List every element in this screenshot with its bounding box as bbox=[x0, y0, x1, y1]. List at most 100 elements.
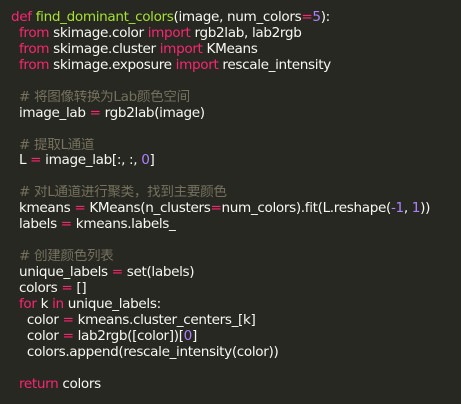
code-token: skimage.cluster bbox=[49, 41, 160, 57]
code-line: image_lab = rgb2lab(image) bbox=[11, 106, 461, 122]
operator-token: = bbox=[60, 217, 72, 233]
code-token: ] bbox=[149, 153, 155, 169]
code-line: for k in unique_labels: bbox=[11, 297, 461, 313]
code-token: kmeans.cluster_centers_[k] bbox=[73, 312, 256, 328]
keyword-token: def bbox=[11, 10, 32, 25]
code-token: unique_labels bbox=[11, 265, 112, 280]
code-token: , bbox=[403, 201, 412, 217]
code-line: from skimage.color import rgb2lab, lab2r… bbox=[11, 26, 461, 42]
code-token: rgb2lab, lab2rgb bbox=[190, 25, 302, 41]
code-token: skimage.exposure bbox=[49, 57, 176, 73]
code-line: # 将图像转换为Lab颜色空间 bbox=[11, 90, 461, 106]
code-line: unique_labels = set(labels) bbox=[11, 265, 461, 281]
code-token: color bbox=[11, 312, 63, 328]
code-token: lab2rgb([color])[ bbox=[73, 328, 184, 344]
operator-token: = bbox=[89, 105, 101, 121]
code-token: ): bbox=[320, 10, 331, 25]
code-token: image_lab[:, :, bbox=[41, 153, 142, 169]
code-line: def find_dominant_colors(image, num_colo… bbox=[11, 10, 461, 26]
keyword-token: from bbox=[18, 41, 50, 57]
code-line: color = kmeans.cluster_centers_[k] bbox=[11, 313, 461, 329]
number-token: 1 bbox=[411, 201, 421, 217]
code-line: labels = kmeans.labels_ bbox=[11, 217, 461, 233]
code-line: # 对L通道进行聚类，找到主要颜色 bbox=[11, 185, 461, 201]
operator-token: = bbox=[62, 312, 74, 328]
code-line: colors = [] bbox=[11, 281, 461, 297]
code-token: L bbox=[11, 153, 31, 169]
keyword-token: import bbox=[159, 41, 203, 57]
code-token: KMeans(n_clusters bbox=[85, 201, 211, 217]
number-token: 5 bbox=[312, 10, 321, 25]
operator-token: = bbox=[62, 328, 74, 344]
operator-token: = bbox=[111, 265, 123, 280]
code-token: num_colors). bbox=[221, 201, 306, 217]
code-token: fit bbox=[304, 201, 318, 217]
code-token: color bbox=[11, 328, 63, 344]
number-token: 0 bbox=[141, 153, 150, 169]
function-name-token: find_dominant_colors bbox=[35, 10, 174, 25]
code-line: kmeans = KMeans(n_clusters=num_colors).f… bbox=[11, 201, 461, 217]
number-token: 0 bbox=[183, 328, 193, 344]
code-token: (L. bbox=[317, 201, 335, 217]
code-token: rescale_intensity bbox=[218, 57, 331, 73]
comment-token: # 将图像转换为Lab颜色空间 bbox=[18, 89, 190, 105]
comment-token: # 提取L通道 bbox=[18, 137, 95, 153]
keyword-token: in bbox=[52, 296, 64, 312]
operator-token: = bbox=[61, 280, 73, 296]
code-token: (image, num_colors bbox=[173, 10, 302, 25]
code-token: kmeans bbox=[11, 201, 75, 217]
code-token: skimage.color bbox=[49, 25, 148, 41]
keyword-token: return bbox=[18, 376, 59, 392]
code-line: color = lab2rgb([color])[0] bbox=[11, 329, 461, 345]
operator-token: = bbox=[74, 201, 86, 217]
code-token: kmeans.labels_ bbox=[71, 217, 176, 233]
code-token: labels bbox=[11, 217, 61, 233]
comment-token: # 对L通道进行聚类，找到主要颜色 bbox=[18, 185, 227, 201]
code-token: colors bbox=[58, 376, 101, 392]
code-line: return colors bbox=[11, 377, 461, 393]
code-token: set(labels) bbox=[122, 265, 195, 280]
code-line: # 创建颜色列表 bbox=[11, 249, 461, 265]
code-token: ] bbox=[191, 328, 197, 344]
code-line: from skimage.cluster import KMeans bbox=[11, 42, 461, 58]
operator-token: = bbox=[301, 10, 313, 25]
code-token: colors.append(rescale_intensity(color)) bbox=[11, 344, 279, 360]
code-token: rgb2lab(image) bbox=[100, 105, 205, 121]
code-token: image_lab bbox=[11, 105, 90, 121]
code-line: L = image_lab[:, :, 0] bbox=[11, 153, 461, 169]
keyword-token: from bbox=[18, 25, 50, 41]
code-token: k bbox=[36, 296, 53, 312]
operator-token: = bbox=[30, 153, 42, 169]
code-editor[interactable]: def find_dominant_colors(image, num_colo… bbox=[0, 0, 461, 404]
code-token: KMeans bbox=[202, 41, 258, 57]
comment-token: # 创建颜色列表 bbox=[18, 249, 114, 265]
code-line: colors.append(rescale_intensity(color)) bbox=[11, 345, 461, 361]
number-token: -1 bbox=[390, 201, 404, 217]
code-token: colors bbox=[11, 280, 62, 296]
code-token: )) bbox=[420, 201, 431, 217]
keyword-token: for bbox=[18, 296, 37, 312]
code-line: # 提取L通道 bbox=[11, 138, 461, 154]
keyword-token: from bbox=[18, 57, 50, 73]
operator-token: = bbox=[210, 201, 222, 217]
keyword-token: import bbox=[175, 57, 219, 73]
code-token: [] bbox=[72, 280, 87, 296]
code-token: reshape bbox=[333, 201, 387, 217]
code-line: from skimage.exposure import rescale_int… bbox=[11, 58, 461, 74]
code-token: unique_labels: bbox=[63, 296, 161, 312]
keyword-token: import bbox=[147, 25, 191, 41]
